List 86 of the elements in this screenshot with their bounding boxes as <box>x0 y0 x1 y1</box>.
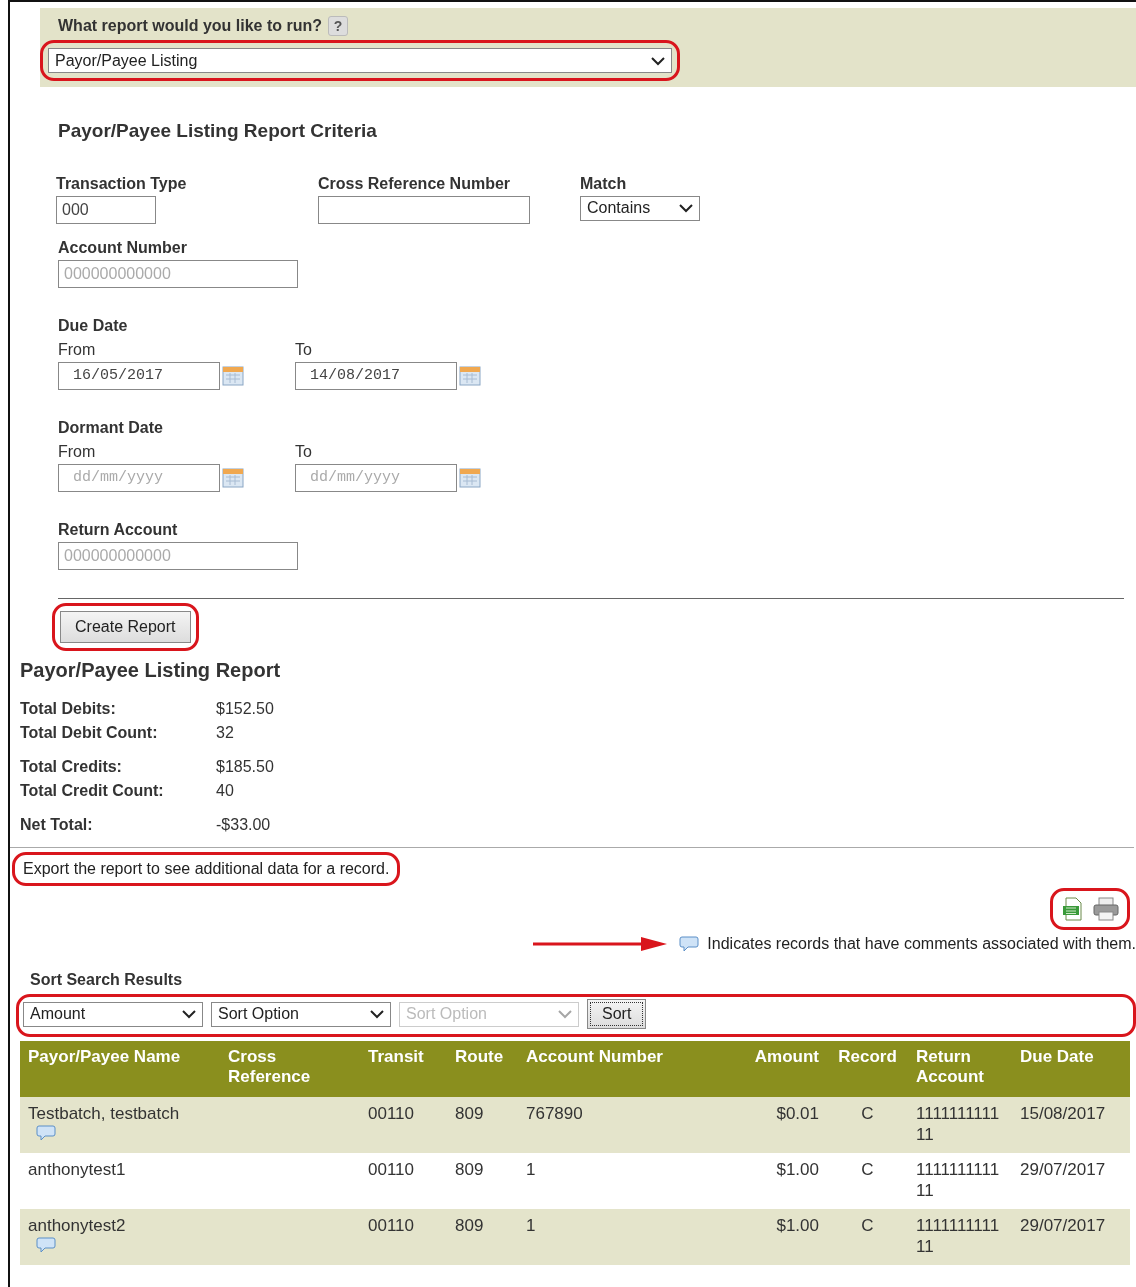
field-label: To <box>295 441 313 462</box>
table-cell-text: C <box>860 1160 875 1181</box>
legend-text: Indicates records that have comments associated with them. <box>707 933 1136 954</box>
table-cell-text: 00110 <box>368 1216 415 1237</box>
table-cell-text: $1.00 <box>775 1160 819 1181</box>
field-label: Cross Reference Number <box>318 173 512 194</box>
table-cell-text: anthonytest2 <box>28 1216 127 1237</box>
help-button[interactable]: ? <box>328 16 348 36</box>
column-header[interactable]: Cross Reference <box>220 1040 360 1098</box>
input-field[interactable]: dd/mm/yyyy <box>295 463 457 492</box>
table-cell-text: 809 <box>455 1216 485 1237</box>
column-header[interactable]: Due Date <box>1012 1040 1130 1098</box>
input-field[interactable]: 000000000000 <box>58 259 298 288</box>
total-label: Total Credits: <box>20 756 123 777</box>
input-field[interactable] <box>318 195 530 224</box>
note-text: Export the report to see additional data for a record. <box>23 859 390 877</box>
total-label: Net Total: <box>20 814 94 835</box>
field-label: Match <box>580 173 628 194</box>
calendar-icon[interactable] <box>459 364 481 387</box>
total-value: -$33.00 <box>216 814 272 835</box>
input-field[interactable]: 000000000000 <box>58 541 298 570</box>
table-cell-text: 767890 <box>526 1104 584 1125</box>
column-header[interactable]: Transit <box>360 1040 447 1098</box>
table-cell-text: 29/07/2017 <box>1020 1160 1107 1181</box>
table-cell-text: Testbatch, testbatch <box>28 1104 181 1125</box>
field-label: To <box>295 339 313 360</box>
field-label: Return Account <box>58 519 179 540</box>
caret-icon[interactable] <box>370 1009 384 1019</box>
total-value: $152.50 <box>216 698 275 719</box>
table-cell-text: anthonytest1 <box>28 1160 127 1181</box>
printer-icon[interactable] <box>1093 896 1119 921</box>
calendar-icon[interactable] <box>222 466 244 489</box>
table-cell-text: 809 <box>455 1160 485 1181</box>
speech-bubble-icon <box>679 935 700 952</box>
field-label: Dormant Date <box>58 417 164 438</box>
table-cell-text: 00110 <box>368 1160 415 1181</box>
sort-button[interactable]: Sort <box>587 998 647 1029</box>
total-value: 32 <box>216 722 235 743</box>
total-value: $185.50 <box>216 756 275 777</box>
table-cell-text: $0.01 <box>775 1104 819 1125</box>
caret-icon[interactable] <box>651 55 665 66</box>
column-header[interactable]: Account Number <box>518 1040 738 1098</box>
section-title: Payor/Payee Listing Report Criteria <box>58 119 378 143</box>
table-cell-text: $1.00 <box>775 1216 819 1237</box>
question-label: What report would you like to run? <box>58 16 322 36</box>
total-value: 40 <box>216 780 235 801</box>
total-label: Total Debit Count: <box>20 722 159 743</box>
table-cell-text: 1 <box>526 1160 537 1181</box>
total-label: Total Debits: <box>20 698 117 719</box>
column-header[interactable]: Payor/Payee Name <box>20 1040 220 1098</box>
column-header[interactable]: Amount <box>738 1040 827 1098</box>
table-cell-text: 111111111111 <box>916 1104 1001 1146</box>
spreadsheet-export-icon[interactable] <box>1061 896 1085 921</box>
caret-icon[interactable] <box>679 203 693 213</box>
column-header[interactable]: Route <box>447 1040 518 1098</box>
input-field[interactable]: 16/05/2017 <box>58 361 220 390</box>
total-label: Total Credit Count: <box>20 780 165 801</box>
field-label: Transaction Type <box>56 173 188 194</box>
table-cell-text: 111111111111 <box>916 1216 1001 1258</box>
input-field[interactable]: 000 <box>56 195 156 224</box>
table-cell-text: 29/07/2017 <box>1020 1216 1107 1237</box>
dropdown[interactable]: Payor/Payee Listing <box>48 48 672 73</box>
section-label: Sort Search Results <box>30 969 184 990</box>
input-field[interactable]: 14/08/2017 <box>295 361 457 390</box>
field-label: Due Date <box>58 315 129 336</box>
calendar-icon[interactable] <box>459 466 481 489</box>
table-cell-text: C <box>860 1104 875 1125</box>
field-label: Account Number <box>58 237 188 258</box>
field-label: From <box>58 339 97 360</box>
table-cell-text: 809 <box>455 1104 485 1125</box>
report-title: Payor/Payee Listing Report <box>20 657 282 683</box>
table-cell-text: 15/08/2017 <box>1020 1104 1107 1125</box>
column-header[interactable]: Return Account <box>908 1040 1012 1098</box>
input-field[interactable]: dd/mm/yyyy <box>58 463 220 492</box>
create-report-button[interactable]: Create Report <box>60 610 191 643</box>
table-cell-text: 1 <box>526 1216 537 1237</box>
table-cell-text: C <box>860 1216 875 1237</box>
dropdown[interactable]: Sort Option <box>211 1001 391 1027</box>
dropdown[interactable]: Amount <box>23 1001 203 1027</box>
table-cell-text: 111111111111 <box>916 1160 1001 1202</box>
field-label: From <box>58 441 97 462</box>
calendar-icon[interactable] <box>222 364 244 387</box>
caret-icon[interactable] <box>182 1009 196 1019</box>
table-cell-text: 00110 <box>368 1104 415 1125</box>
dropdown[interactable]: Contains <box>580 195 700 221</box>
column-header[interactable]: Record <box>827 1040 908 1098</box>
